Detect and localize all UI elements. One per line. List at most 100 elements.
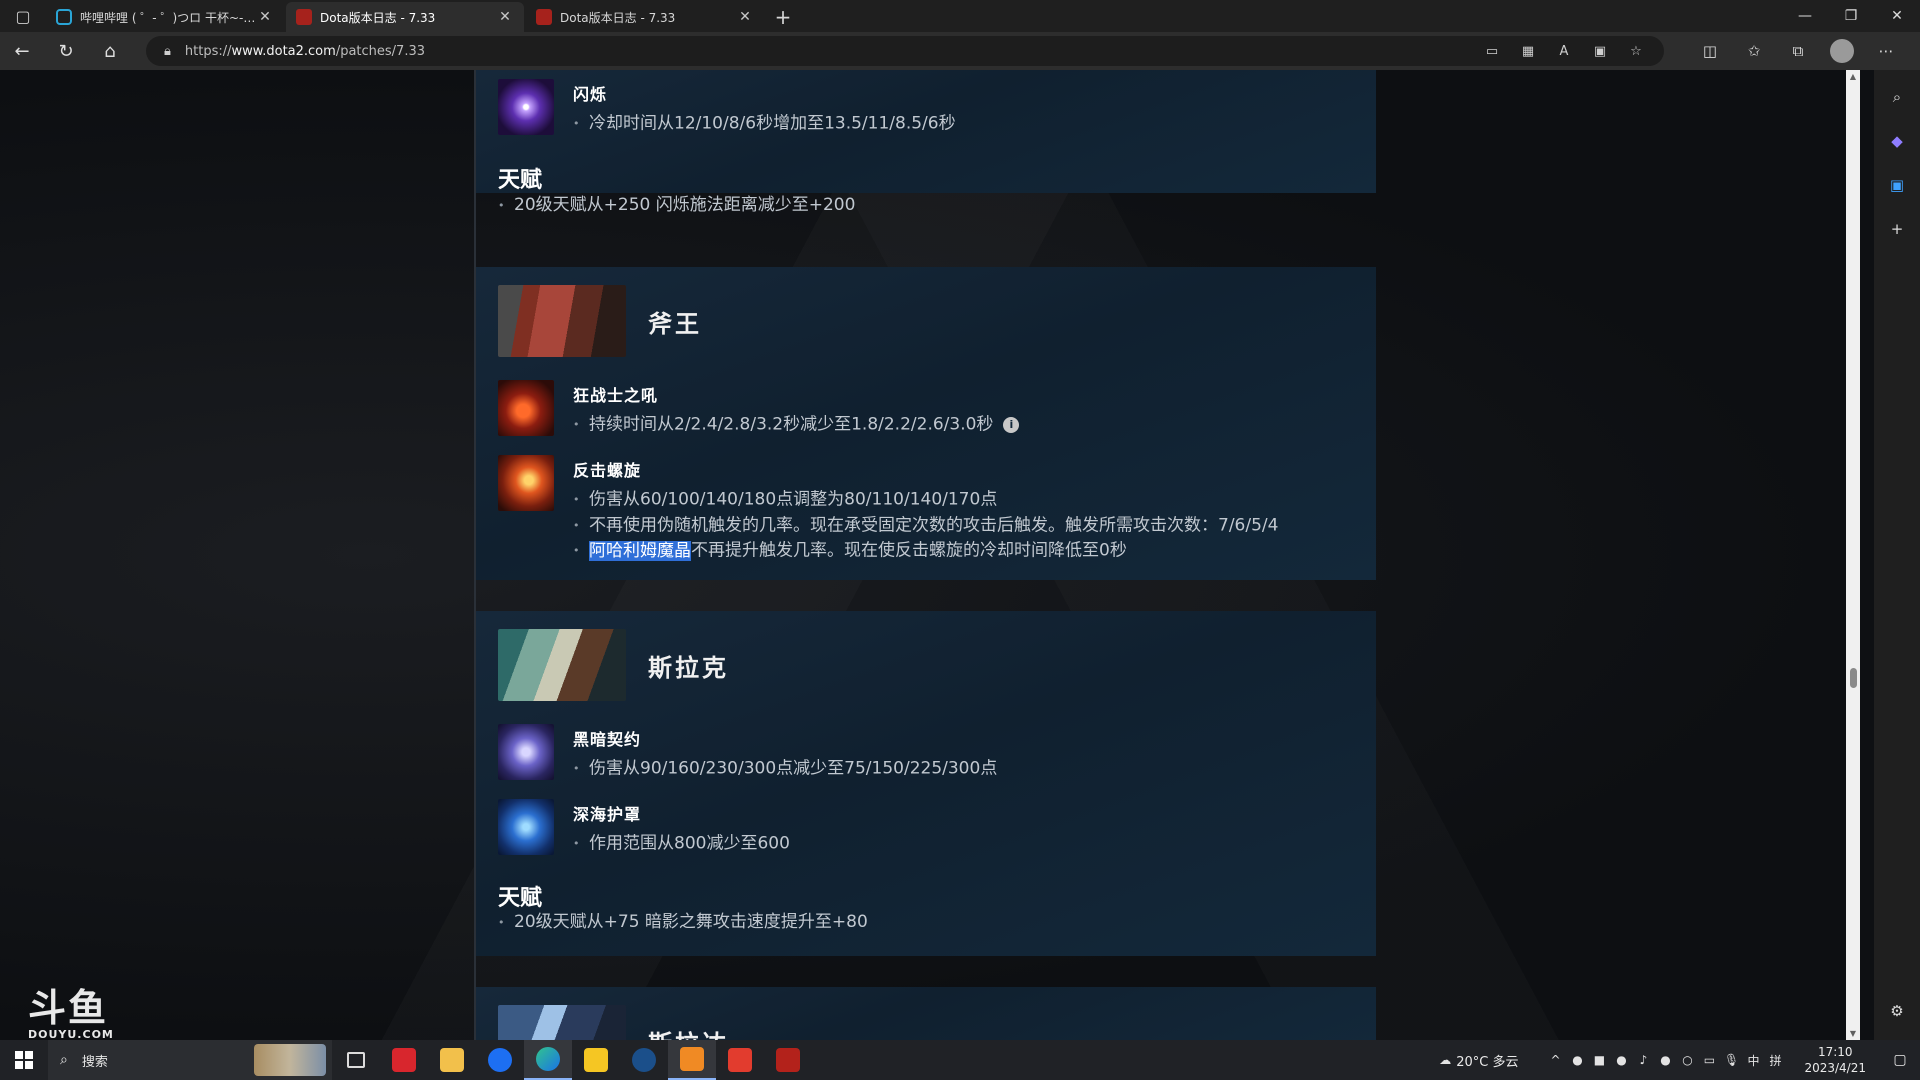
search-icon[interactable]: ⌕ (1882, 82, 1912, 112)
qr-code-icon[interactable]: ▦ (1510, 44, 1546, 59)
close-window-icon[interactable]: ✕ (1874, 0, 1920, 32)
new-tab-button[interactable]: + (766, 2, 800, 32)
clock[interactable]: 17:10 2023/4/21 (1804, 1044, 1866, 1076)
ime-mode[interactable]: 拼 (1764, 1052, 1786, 1069)
tab-actions-menu-icon[interactable]: ▢ (0, 0, 46, 32)
page-scrollbar[interactable]: ▲ ▼ (1846, 70, 1860, 1040)
ime-language[interactable]: 中 (1742, 1052, 1764, 1069)
slark-portrait (498, 629, 626, 701)
notification-icon[interactable]: ▢ (1880, 1052, 1920, 1068)
home-icon[interactable]: ⌂ (88, 32, 132, 70)
tray-app-icon[interactable]: ■ (1588, 1053, 1610, 1067)
favorite-star-icon[interactable]: ☆ (1618, 44, 1654, 59)
taskbar-app-file-explorer[interactable] (428, 1040, 476, 1080)
hero-panel-slardar: 斯拉达 (476, 987, 1376, 1040)
tab-strip: ▢ 哔哩哔哩 ( ゜- ゜)つロ 干杯~-bilibili ✕ Dota版本日志… (0, 0, 1920, 32)
ability-counter-helix: 反击螺旋 伤害从60/100/140/180点调整为80/110/140/170… (498, 455, 1278, 564)
show-hidden-icons-icon[interactable]: ^ (1544, 1053, 1566, 1067)
hero-header: 斧王 (498, 285, 702, 357)
minimize-icon[interactable]: — (1782, 0, 1828, 32)
taskbar-app-steam[interactable] (620, 1040, 668, 1080)
favorites-icon[interactable]: ✩ (1732, 42, 1776, 60)
tray-owl-icon[interactable]: ● (1610, 1053, 1632, 1067)
tab-bilibili[interactable]: 哔哩哔哩 ( ゜- ゜)つロ 干杯~-bilibili ✕ (46, 2, 284, 32)
info-icon[interactable]: i (1003, 416, 1020, 433)
change-note-text: 持续时间从2/2.4/2.8/3.2秒减少至1.8/2.2/2.6/3.0秒 (589, 414, 994, 435)
dark-pact-icon (498, 724, 554, 780)
task-view-button[interactable] (332, 1040, 380, 1080)
add-sidebar-icon[interactable]: + (1882, 214, 1912, 244)
taskbar-app-wps[interactable] (716, 1040, 764, 1080)
refresh-icon[interactable]: ↻ (44, 32, 88, 70)
hero-panel-axe: 斧王 狂战士之吼 持续时间从2/2.4/2.8/3.2秒减少至1.8/2.2/2… (476, 267, 1376, 580)
hero-name: 斯拉达 (648, 1024, 729, 1041)
scrollbar-thumb[interactable] (1850, 668, 1857, 688)
dota-icon (296, 9, 312, 25)
tab-dota-patch-active[interactable]: Dota版本日志 - 7.33 ✕ (286, 2, 524, 32)
taskbar-app-edge[interactable] (524, 1040, 572, 1080)
system-tray: ☁ 20°C 多云 ^ ● ■ ● ♪ ● ○ ▭ 🎙︎ 中 拼 17:10 2… (1434, 1040, 1920, 1080)
restore-icon[interactable]: ❐ (1828, 0, 1874, 32)
tab-title: Dota版本日志 - 7.33 (320, 10, 436, 25)
collections-icon[interactable]: ⧉ (1776, 42, 1820, 60)
search-highlight-art (254, 1044, 326, 1076)
talent-note: 20级天赋从+75 暗影之舞攻击速度提升至+80 (498, 907, 868, 932)
tray-steam-icon[interactable]: ● (1654, 1053, 1676, 1067)
window-controls: — ❐ ✕ (1782, 0, 1920, 32)
hd-icon[interactable]: ▣ (1582, 44, 1618, 59)
start-button[interactable] (0, 1040, 48, 1080)
hero-header: 斯拉克 (498, 629, 729, 701)
address-bar-actions: ▭ ▦ A ▣ ☆ (1474, 36, 1654, 66)
tray-shield-icon[interactable]: ○ (1676, 1053, 1698, 1067)
scroll-up-icon[interactable]: ▲ (1846, 72, 1860, 81)
sidebar-settings-icon[interactable]: ⚙ (1882, 996, 1912, 1026)
network-icon[interactable]: ▭ (1698, 1053, 1720, 1067)
tab-close-icon[interactable]: ✕ (256, 9, 274, 25)
taskbar-app-kugou[interactable] (476, 1040, 524, 1080)
talent-note: 20级天赋从+250 闪烁施法距离减少至+200 (498, 190, 855, 215)
taskbar-app-dota2[interactable] (764, 1040, 812, 1080)
hero-panel-slark: 斯拉克 黑暗契约 伤害从90/160/230/300点减少至75/150/225… (476, 611, 1376, 956)
more-menu-icon[interactable]: ⋯ (1864, 42, 1908, 60)
read-aloud-icon[interactable]: A (1546, 44, 1582, 59)
clock-date: 2023/4/21 (1804, 1061, 1866, 1075)
change-note: 作用范围从800减少至600 (573, 831, 790, 857)
hero-header: 斯拉达 (498, 1005, 729, 1040)
tab-title: Dota版本日志 - 7.33 (560, 10, 676, 25)
change-note: 伤害从60/100/140/180点调整为80/110/140/170点 (573, 487, 1278, 513)
ability-name: 反击螺旋 (573, 461, 642, 480)
taskbar-app-news[interactable] (380, 1040, 428, 1080)
hero-panel-previous: 闪烁 冷却时间从12/10/8/6秒增加至13.5/11/8.5/6秒 天赋 (476, 70, 1376, 193)
taskbar-app-game[interactable] (668, 1040, 716, 1080)
bilibili-icon (56, 9, 72, 25)
change-note: 冷却时间从12/10/8/6秒增加至13.5/11/8.5/6秒 (573, 111, 956, 137)
outlook-icon[interactable]: ▣ (1882, 170, 1912, 200)
address-bar[interactable]: 🔒︎ https://www.dota2.com/patches/7.33 ▭ … (146, 36, 1664, 66)
change-note-text: 不再提升触发几率。现在使反击螺旋的冷却时间降低至0秒 (691, 540, 1127, 561)
hero-name: 斧王 (648, 309, 702, 338)
weather-icon: ☁ (1439, 1053, 1452, 1067)
taskbar-app-owl[interactable] (572, 1040, 620, 1080)
lock-icon[interactable]: 🔒︎ (164, 44, 171, 59)
tab-close-icon[interactable]: ✕ (736, 9, 754, 25)
change-note: 不再使用伪随机触发的几率。现在承受固定次数的攻击后触发。触发所需攻击次数：7/6… (573, 513, 1278, 539)
volume-icon[interactable]: ♪ (1632, 1053, 1654, 1067)
windows-logo-icon (15, 1051, 33, 1069)
microphone-icon[interactable]: 🎙︎ (1720, 1053, 1742, 1067)
tab-close-icon[interactable]: ✕ (496, 9, 514, 25)
watermark-domain: DOUYU.COM (28, 1028, 114, 1040)
url-scheme: https:// (184, 43, 232, 59)
app-available-icon[interactable]: ▭ (1474, 44, 1510, 59)
weather-text[interactable]: 20°C 多云 (1456, 1051, 1518, 1070)
selected-text[interactable]: 阿哈利姆魔晶 (589, 540, 691, 561)
tray-kugou-icon[interactable]: ● (1566, 1053, 1588, 1067)
tab-dota-patch[interactable]: Dota版本日志 - 7.33 ✕ (526, 2, 764, 32)
url-host: www.dota2.com (231, 43, 336, 59)
scroll-down-icon[interactable]: ▼ (1846, 1029, 1860, 1038)
url-text[interactable]: https://www.dota2.com/patches/7.33 (185, 44, 425, 59)
split-screen-icon[interactable]: ◫ (1688, 42, 1732, 60)
back-icon[interactable]: ← (0, 32, 44, 70)
profile-avatar[interactable] (1830, 39, 1854, 63)
copilot-icon[interactable]: ◆ (1882, 126, 1912, 156)
taskbar-search[interactable]: ⌕ 搜索 (48, 1040, 332, 1080)
